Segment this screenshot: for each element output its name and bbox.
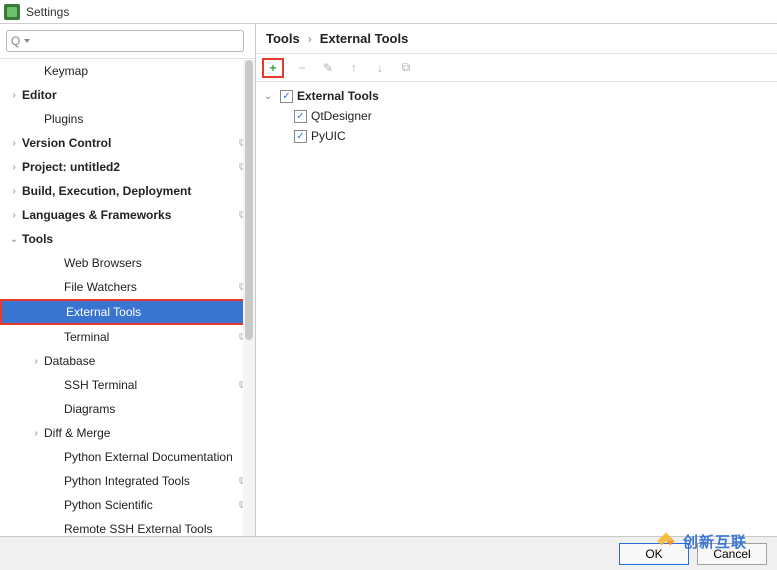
tree-child-row[interactable]: ✓ PyUIC <box>264 126 769 146</box>
settings-tree[interactable]: Keymap›EditorPlugins›Version Control⧉›Pr… <box>0 59 255 536</box>
sidebar-item[interactable]: ›Build, Execution, Deployment <box>0 179 255 203</box>
main-panel: Tools › External Tools + − ✎ ↑ ↓ ⧉ ⌄ ✓ E… <box>256 24 777 536</box>
sidebar-item-label: Build, Execution, Deployment <box>22 184 191 198</box>
checkbox[interactable]: ✓ <box>294 110 307 123</box>
scrollbar-thumb[interactable] <box>245 60 253 340</box>
tree-child-row[interactable]: ✓ QtDesigner <box>264 106 769 126</box>
sidebar-item[interactable]: Remote SSH External Tools <box>0 517 255 536</box>
sidebar-item-label: Plugins <box>44 112 83 126</box>
chevron-icon[interactable]: › <box>6 90 22 101</box>
sidebar-item[interactable]: Plugins <box>0 107 255 131</box>
breadcrumb-leaf: External Tools <box>320 31 409 46</box>
sidebar-item-label: Languages & Frameworks <box>22 208 171 222</box>
sidebar-item-label: Tools <box>22 232 53 246</box>
sidebar-item[interactable]: ›Project: untitled2⧉ <box>0 155 255 179</box>
move-down-button[interactable]: ↓ <box>372 60 388 76</box>
content: Q Keymap›EditorPlugins›Version Control⧉›… <box>0 24 777 536</box>
breadcrumb-root[interactable]: Tools <box>266 31 300 46</box>
sidebar-item-label: SSH Terminal <box>64 378 137 392</box>
sidebar-item[interactable]: Python Integrated Tools⧉ <box>0 469 255 493</box>
sidebar-item[interactable]: External Tools <box>0 299 255 325</box>
sidebar-item-label: Diagrams <box>64 402 115 416</box>
root-checkbox[interactable]: ✓ <box>280 90 293 103</box>
sidebar-item-label: Diff & Merge <box>44 426 110 440</box>
sidebar-item-label: Python External Documentation <box>64 450 233 464</box>
search-row: Q <box>0 24 255 59</box>
dialog-footer: OK Cancel <box>0 536 777 570</box>
sidebar-item[interactable]: Web Browsers <box>0 251 255 275</box>
chevron-icon[interactable]: › <box>6 162 22 173</box>
search-dropdown-icon[interactable] <box>24 39 30 43</box>
edit-button[interactable]: ✎ <box>320 60 336 76</box>
sidebar-item[interactable]: SSH Terminal⧉ <box>0 373 255 397</box>
root-label: External Tools <box>297 89 379 103</box>
tree-child-label: QtDesigner <box>311 109 372 123</box>
search-input[interactable] <box>34 34 239 48</box>
move-up-button[interactable]: ↑ <box>346 60 362 76</box>
external-tools-tree: ⌄ ✓ External Tools ✓ QtDesigner ✓ PyUIC <box>256 82 777 536</box>
search-icon: Q <box>11 34 20 48</box>
add-button[interactable]: + <box>262 58 284 78</box>
sidebar-item-label: Web Browsers <box>64 256 142 270</box>
chevron-icon[interactable]: ⌄ <box>6 234 22 245</box>
checkbox[interactable]: ✓ <box>294 130 307 143</box>
sidebar-item-label: Editor <box>22 88 57 102</box>
sidebar-item-label: Version Control <box>22 136 111 150</box>
sidebar: Q Keymap›EditorPlugins›Version Control⧉›… <box>0 24 256 536</box>
sidebar-item[interactable]: ›Database <box>0 349 255 373</box>
sidebar-item-label: Python Integrated Tools <box>64 474 190 488</box>
sidebar-item-label: Terminal <box>64 330 109 344</box>
toolbar: + − ✎ ↑ ↓ ⧉ <box>256 54 777 82</box>
sidebar-item[interactable]: Keymap <box>0 59 255 83</box>
breadcrumb-sep: › <box>308 32 312 46</box>
titlebar: Settings <box>0 0 777 24</box>
sidebar-item[interactable]: Terminal⧉ <box>0 325 255 349</box>
sidebar-item-label: File Watchers <box>64 280 137 294</box>
remove-button[interactable]: − <box>294 60 310 76</box>
cancel-button[interactable]: Cancel <box>697 543 767 565</box>
sidebar-item-label: Project: untitled2 <box>22 160 120 174</box>
sidebar-scrollbar[interactable] <box>243 60 255 536</box>
sidebar-item[interactable]: Python Scientific⧉ <box>0 493 255 517</box>
sidebar-item[interactable]: ›Languages & Frameworks⧉ <box>0 203 255 227</box>
breadcrumb: Tools › External Tools <box>256 24 777 54</box>
sidebar-item[interactable]: File Watchers⧉ <box>0 275 255 299</box>
sidebar-item[interactable]: Diagrams <box>0 397 255 421</box>
app-icon <box>4 4 20 20</box>
sidebar-item[interactable]: ›Editor <box>0 83 255 107</box>
search-box[interactable]: Q <box>6 30 244 52</box>
tree-child-label: PyUIC <box>311 129 346 143</box>
window-title: Settings <box>26 5 69 19</box>
chevron-icon[interactable]: › <box>28 356 44 367</box>
sidebar-item[interactable]: ›Version Control⧉ <box>0 131 255 155</box>
sidebar-item-label: Keymap <box>44 64 88 78</box>
copy-button[interactable]: ⧉ <box>398 60 414 76</box>
sidebar-item-label: Remote SSH External Tools <box>64 522 213 536</box>
sidebar-item[interactable]: ›Diff & Merge <box>0 421 255 445</box>
sidebar-item[interactable]: Python External Documentation <box>0 445 255 469</box>
chevron-icon[interactable]: › <box>28 428 44 439</box>
sidebar-item[interactable]: ⌄Tools <box>0 227 255 251</box>
chevron-icon[interactable]: › <box>6 186 22 197</box>
chevron-icon[interactable]: › <box>6 210 22 221</box>
sidebar-item-label: Python Scientific <box>64 498 153 512</box>
ok-button[interactable]: OK <box>619 543 689 565</box>
tree-root-row[interactable]: ⌄ ✓ External Tools <box>264 86 769 106</box>
chevron-icon[interactable]: › <box>6 138 22 149</box>
sidebar-item-label: External Tools <box>66 305 141 319</box>
sidebar-item-label: Database <box>44 354 95 368</box>
chevron-down-icon[interactable]: ⌄ <box>264 91 276 102</box>
plus-icon: + <box>269 61 276 75</box>
